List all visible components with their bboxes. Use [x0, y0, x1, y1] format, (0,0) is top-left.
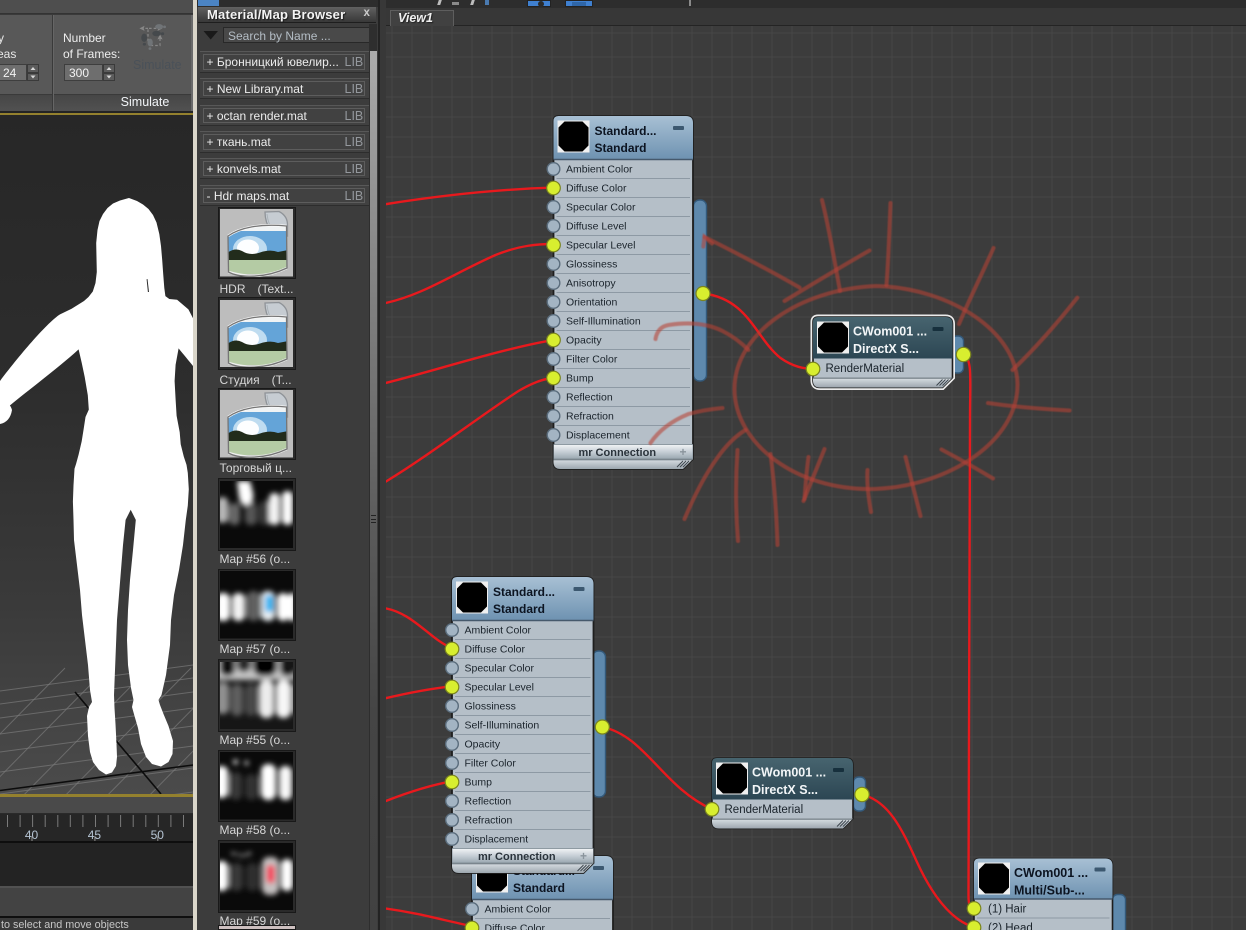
svg-text:Standard...: Standard...: [493, 585, 555, 599]
svg-text:Diffuse Color: Diffuse Color: [484, 923, 545, 930]
svg-text:Bump: Bump: [566, 373, 594, 385]
svg-text:mr Connection: mr Connection: [578, 447, 656, 459]
svg-text:Standard...: Standard...: [594, 124, 656, 138]
svg-text:Self-Illumination: Self-Illumination: [566, 316, 641, 328]
svg-text:Refraction: Refraction: [464, 815, 512, 827]
svg-text:Displacement: Displacement: [566, 430, 630, 442]
svg-text:Diffuse Color: Diffuse Color: [566, 183, 627, 195]
svg-text:Reflection: Reflection: [566, 392, 613, 404]
svg-text:(1) Hair: (1) Hair: [988, 904, 1027, 916]
svg-text:mr Connection: mr Connection: [477, 851, 555, 863]
svg-text:Anisotropy: Anisotropy: [566, 278, 616, 290]
svg-text:Bump: Bump: [464, 777, 492, 789]
svg-text:Filter Color: Filter Color: [566, 354, 618, 366]
svg-text:CWom001 ...: CWom001 ...: [752, 766, 826, 780]
svg-text:Specular Color: Specular Color: [566, 202, 636, 214]
svg-text:Glossiness: Glossiness: [566, 259, 617, 271]
svg-text:Opacity: Opacity: [566, 335, 602, 347]
svg-text:CWom001 ...: CWom001 ...: [853, 325, 927, 339]
svg-text:Opacity: Opacity: [464, 739, 500, 751]
svg-text:Orientation: Orientation: [566, 297, 618, 309]
svg-text:Diffuse Color: Diffuse Color: [464, 644, 525, 656]
svg-text:DirectX S...: DirectX S...: [752, 783, 818, 797]
svg-text:DirectX S...: DirectX S...: [853, 342, 919, 356]
svg-text:Standard: Standard: [513, 881, 565, 895]
svg-text:Displacement: Displacement: [464, 834, 528, 846]
svg-text:+: +: [679, 445, 686, 459]
svg-text:Ambient Color: Ambient Color: [484, 904, 551, 916]
svg-text:(2) Head: (2) Head: [988, 923, 1033, 930]
svg-text:CWom001 ...: CWom001 ...: [1014, 866, 1088, 880]
svg-text:Filter Color: Filter Color: [464, 758, 516, 770]
svg-text:+: +: [579, 849, 586, 863]
svg-text:Ambient Color: Ambient Color: [566, 164, 633, 176]
svg-text:Specular Level: Specular Level: [566, 240, 635, 252]
svg-text:Self-Illumination: Self-Illumination: [464, 720, 539, 732]
svg-text:Specular Level: Specular Level: [464, 682, 533, 694]
svg-text:Standard: Standard: [493, 602, 545, 616]
svg-text:RenderMaterial: RenderMaterial: [825, 363, 904, 375]
svg-text:Multi/Sub-...: Multi/Sub-...: [1014, 884, 1085, 898]
svg-text:Ambient Color: Ambient Color: [464, 625, 531, 637]
svg-text:Specular Color: Specular Color: [464, 663, 534, 675]
svg-text:Glossiness: Glossiness: [464, 701, 515, 713]
svg-text:Standard: Standard: [594, 141, 646, 155]
svg-text:RenderMaterial: RenderMaterial: [724, 804, 803, 816]
svg-text:Diffuse Level: Diffuse Level: [566, 221, 627, 233]
svg-text:Reflection: Reflection: [464, 796, 511, 808]
svg-text:Refraction: Refraction: [566, 411, 614, 423]
